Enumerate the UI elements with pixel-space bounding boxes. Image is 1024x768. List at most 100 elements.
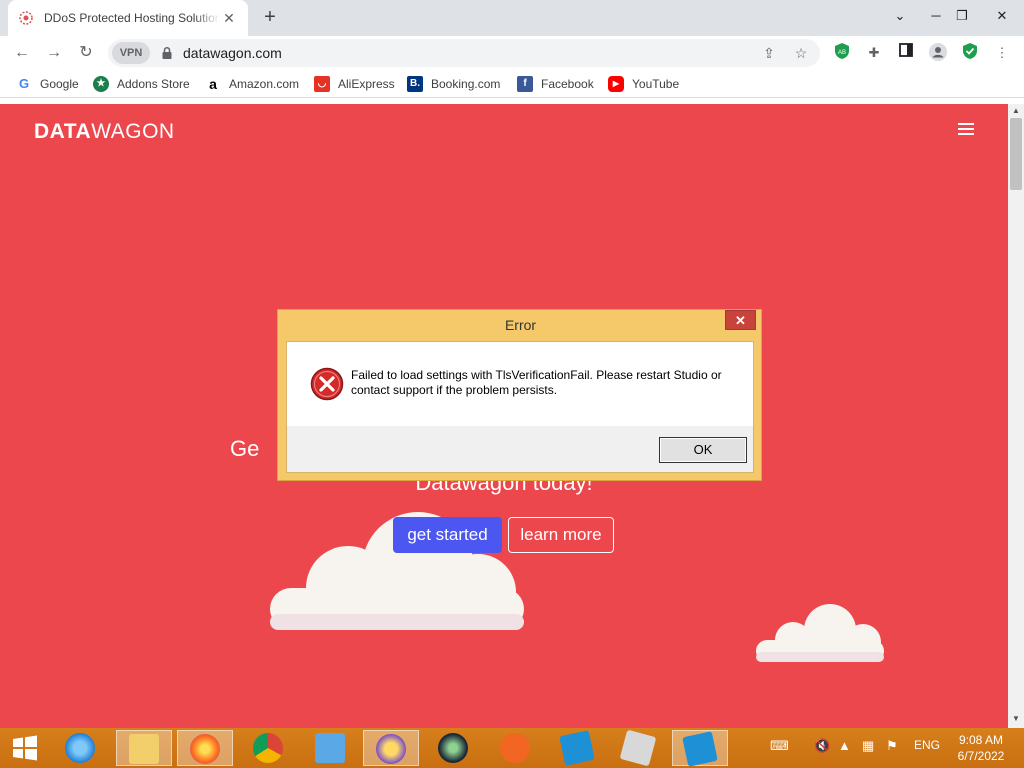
reload-icon[interactable]: ↻: [73, 40, 99, 66]
profile-avatar-icon[interactable]: [927, 42, 949, 64]
vpn-app-icon: [376, 734, 406, 764]
learn-more-button[interactable]: learn more: [508, 517, 614, 553]
clock-time: 9:08 AM: [958, 733, 1004, 747]
security-shield-icon[interactable]: [959, 42, 981, 64]
touch-keyboard-icon[interactable]: ⌨: [770, 738, 789, 754]
cloud-illustration-small: [756, 604, 884, 662]
bookmark-label: Facebook: [541, 77, 594, 91]
bookmark-label: YouTube: [632, 77, 680, 91]
dialog-message: Failed to load settings with TlsVerifica…: [351, 368, 722, 397]
url-text[interactable]: datawagon.com: [183, 45, 282, 61]
amazon-icon: a: [205, 76, 221, 92]
extensions-puzzle-icon[interactable]: ✚: [863, 42, 885, 64]
clock-date: 6/7/2022: [957, 749, 1005, 763]
tab-title: DDoS Protected Hosting Solutions: [44, 11, 220, 25]
action-center-flag-icon[interactable]: ⚑: [886, 738, 898, 754]
windows-logo-icon: [13, 735, 37, 761]
youtube-icon: ▶: [608, 76, 624, 92]
back-arrow-icon[interactable]: ←: [9, 40, 35, 66]
dialog-close-button[interactable]: ✕: [725, 310, 756, 330]
google-icon: G: [16, 76, 32, 92]
site-favicon-icon: [19, 11, 33, 25]
windows-taskbar: ⌨ 🔇 ▲ ▦ ⚑ ENG 9:08 AM 6/7/2022: [0, 728, 1024, 768]
bookmark-label: Google: [40, 77, 79, 91]
restore-button[interactable]: ❐: [946, 4, 978, 28]
start-button[interactable]: [0, 730, 50, 766]
taskbar-internet-explorer[interactable]: [52, 730, 108, 766]
avast-tray-icon[interactable]: ▲: [838, 738, 851, 753]
browser-tabstrip: DDoS Protected Hosting Solutions ✕ + ⌄ ─…: [0, 0, 1024, 36]
logo-bold: DATA: [34, 120, 92, 143]
bookmark-label: Amazon.com: [229, 77, 300, 91]
input-language[interactable]: ENG: [914, 738, 940, 752]
bookmark-label: Addons Store: [117, 77, 190, 91]
tab-search-icon[interactable]: ⌄: [884, 4, 916, 28]
browser-tab[interactable]: DDoS Protected Hosting Solutions ✕: [8, 0, 248, 36]
browser-toolbar: ← → ↻ VPN datawagon.com ⇪ ☆ AB ✚ ⋮: [0, 36, 1024, 70]
error-icon: [310, 367, 344, 401]
roblox-icon: [619, 729, 657, 767]
hamburger-menu-icon[interactable]: [958, 123, 974, 135]
dialog-footer: OK: [287, 426, 753, 472]
svg-text:AB: AB: [838, 50, 846, 56]
roblox-studio-icon: [559, 730, 595, 766]
taskbar-control-panel[interactable]: [302, 730, 358, 766]
taskbar-orange-app[interactable]: [487, 730, 543, 766]
chrome-icon: [253, 733, 283, 763]
tab-close-icon[interactable]: ✕: [220, 9, 238, 27]
taskbar-chrome[interactable]: [240, 730, 296, 766]
bookmark-label: AliExpress: [338, 77, 395, 91]
adblock-extension-icon[interactable]: AB: [831, 42, 853, 64]
addons-icon: ★: [93, 76, 109, 92]
bookmark-google[interactable]: G Google: [16, 75, 79, 93]
address-bar[interactable]: VPN datawagon.com ⇪ ☆: [108, 39, 820, 67]
facebook-icon: f: [517, 76, 533, 92]
taskbar-roblox-studio-active[interactable]: [672, 730, 728, 767]
menu-kebab-icon[interactable]: ⋮: [991, 42, 1013, 64]
bookmark-addons-store[interactable]: ★ Addons Store: [93, 75, 190, 93]
dialog-title: Error: [504, 317, 537, 333]
orange-app-icon: [500, 733, 530, 763]
logo-light: WAGON: [91, 120, 175, 143]
scroll-thumb[interactable]: [1010, 118, 1022, 190]
dialog-body: Failed to load settings with TlsVerifica…: [286, 341, 754, 473]
bookmark-amazon[interactable]: a Amazon.com: [205, 75, 299, 93]
bookmark-aliexpress[interactable]: ◡ AliExpress: [314, 75, 395, 93]
network-tray-icon[interactable]: ▦: [862, 738, 874, 754]
folder-icon: [129, 734, 159, 764]
window-close-button[interactable]: ✕: [986, 4, 1018, 28]
system-clock[interactable]: 9:08 AM 6/7/2022: [946, 732, 1016, 764]
aliexpress-icon: ◡: [314, 76, 330, 92]
volume-muted-icon[interactable]: 🔇: [814, 738, 830, 754]
firefox-icon: [190, 734, 220, 764]
taskbar-roblox-studio[interactable]: [549, 730, 605, 766]
side-panel-icon[interactable]: [895, 42, 917, 64]
vpn-badge[interactable]: VPN: [112, 42, 150, 64]
page-scrollbar[interactable]: ▲ ▼: [1008, 104, 1024, 728]
bookmark-star-icon[interactable]: ☆: [791, 43, 811, 63]
taskbar-steam-like-app[interactable]: [425, 730, 481, 766]
taskbar-vpn-app[interactable]: [363, 730, 419, 766]
bookmark-youtube[interactable]: ▶ YouTube: [608, 75, 679, 93]
roblox-studio-icon: [682, 731, 718, 767]
lock-icon[interactable]: [160, 46, 174, 60]
share-icon[interactable]: ⇪: [759, 43, 779, 63]
error-dialog: Error ✕ Failed to load settings with Tls…: [277, 309, 762, 481]
taskbar-firefox[interactable]: [177, 730, 233, 766]
bookmarks-bar: G Google ★ Addons Store a Amazon.com ◡ A…: [0, 70, 1024, 98]
internet-explorer-icon: [65, 733, 95, 763]
ok-button[interactable]: OK: [659, 437, 747, 463]
get-started-button[interactable]: get started: [393, 517, 502, 553]
booking-icon: B.: [407, 76, 423, 92]
control-panel-icon: [315, 733, 345, 763]
scroll-down-arrow-icon[interactable]: ▼: [1011, 714, 1021, 723]
forward-arrow-icon[interactable]: →: [41, 40, 67, 66]
taskbar-file-explorer[interactable]: [116, 730, 172, 766]
site-logo[interactable]: DATAWAGON: [34, 120, 175, 144]
bookmark-booking[interactable]: B. Booking.com: [407, 75, 500, 93]
taskbar-roblox[interactable]: [610, 729, 666, 767]
new-tab-button[interactable]: +: [258, 6, 282, 30]
game-app-icon: [438, 733, 468, 763]
scroll-up-arrow-icon[interactable]: ▲: [1011, 106, 1021, 115]
bookmark-facebook[interactable]: f Facebook: [517, 75, 594, 93]
